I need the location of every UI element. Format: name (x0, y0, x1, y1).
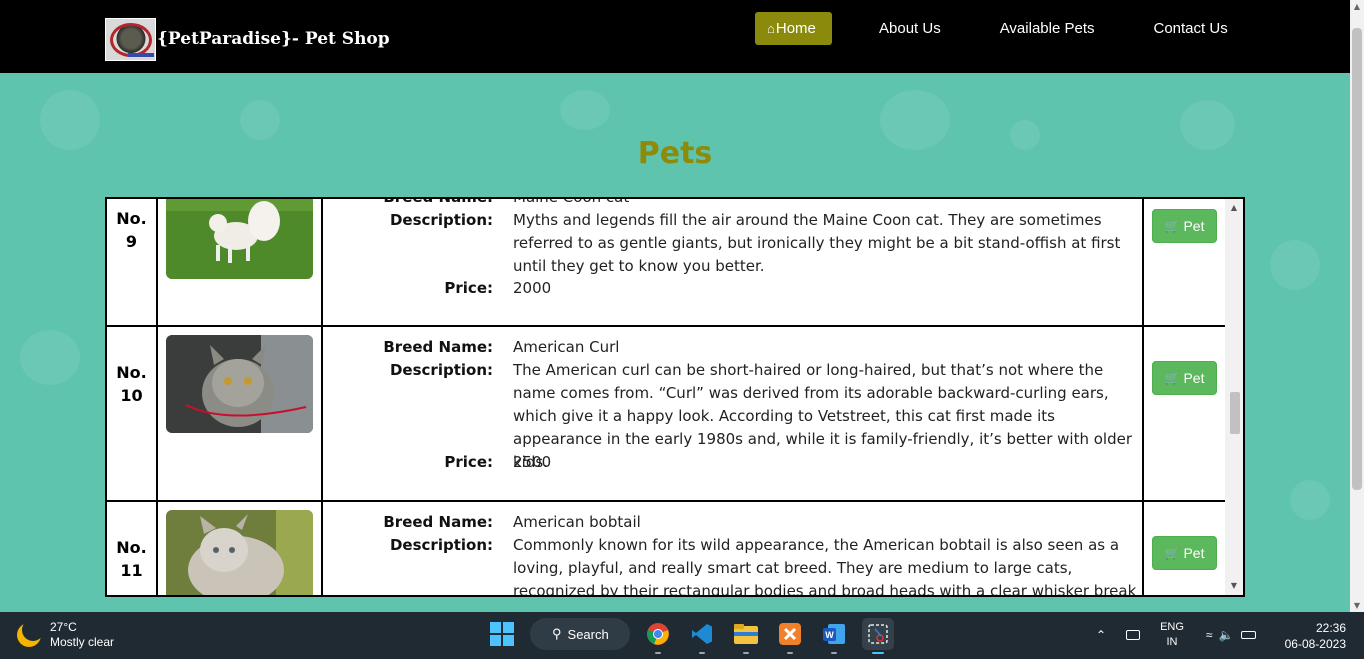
language-indicator[interactable]: ENG IN (1160, 620, 1184, 650)
clock-time: 22:36 (1315, 621, 1346, 635)
cart-icon: 🛒 (1164, 371, 1180, 385)
taskbar-search[interactable]: ⚲ Search (530, 618, 630, 650)
battery-icon[interactable] (1241, 631, 1257, 639)
snipping-tool-icon[interactable] (862, 618, 894, 654)
taskbar: 27°C Mostly clear ⚲ Search W ⌃ ENG IN ≈ … (0, 612, 1364, 659)
windows-icon (490, 622, 514, 646)
home-icon: ⌂ (767, 21, 775, 36)
pet-description: Description: Commonly known for its wild … (389, 536, 1137, 597)
xampp-icon[interactable] (774, 618, 806, 654)
navbar: {PetParadise}- Pet Shop ⌂Home About Us A… (0, 0, 1350, 73)
page-scroll-up-icon[interactable]: ▲ (1350, 2, 1364, 11)
search-icon: ⚲ (552, 626, 562, 641)
nav-available-pets[interactable]: Available Pets (1000, 12, 1095, 45)
page-scrollbar-thumb[interactable] (1352, 28, 1362, 490)
pet-image (166, 335, 313, 433)
weather-widget[interactable]: 27°C Mostly clear (17, 619, 115, 650)
brand-logo (105, 18, 156, 61)
table-row: No. 11 Breed Name: American bobtail Desc… (107, 502, 1227, 597)
start-button[interactable] (486, 618, 518, 650)
system-tray: ⌃ ENG IN ≈ 🔈 (1096, 620, 1257, 650)
clock[interactable]: 22:36 06-08-2023 (1285, 620, 1346, 652)
pet-number: No. 9 (116, 209, 147, 251)
brand[interactable]: {PetParadise}- Pet Shop (105, 18, 390, 61)
word-icon[interactable]: W (818, 618, 850, 654)
svg-text:W: W (825, 630, 834, 640)
chevron-up-icon[interactable]: ⌃ (1096, 628, 1106, 642)
table-row: No. 9 Breed Name: Maine Coon cat Descrip… (107, 199, 1227, 327)
pet-button[interactable]: 🛒 Pet (1152, 209, 1217, 243)
nav-links: ⌂Home About Us Available Pets Contact Us (755, 12, 1228, 45)
cart-icon: 🛒 (1164, 219, 1180, 233)
taskbar-apps: ⚲ Search W (486, 618, 906, 654)
pet-number: No. 10 (116, 363, 147, 405)
table-scrollbar[interactable]: ▲ ▼ (1225, 199, 1243, 595)
clock-date: 06-08-2023 (1284, 637, 1346, 651)
scroll-down-icon[interactable]: ▼ (1225, 579, 1243, 593)
pet-number: No. 11 (116, 538, 147, 580)
pet-button[interactable]: 🛒 Pet (1152, 361, 1217, 395)
brand-text: {PetParadise}- Pet Shop (157, 29, 390, 49)
pet-button[interactable]: 🛒 Pet (1152, 536, 1217, 570)
volume-icon[interactable]: 🔈 (1219, 628, 1234, 642)
scroll-up-icon[interactable]: ▲ (1225, 201, 1243, 215)
file-explorer-icon[interactable] (730, 618, 762, 654)
weather-status: Mostly clear (50, 635, 115, 649)
pet-image (166, 510, 313, 595)
page-scroll-down-icon[interactable]: ▼ (1350, 601, 1364, 610)
page-scrollbar[interactable]: ▲ ▼ (1350, 0, 1364, 612)
page-title: Pets (637, 136, 713, 171)
table-row: No. 10 Breed Name: American Curl Descrip… (107, 327, 1227, 502)
pet-description: Description: The American curl can be sho… (389, 361, 1133, 471)
temperature: 27°C (50, 620, 77, 634)
pet-image (166, 199, 313, 279)
wifi-icon[interactable]: ≈ (1206, 628, 1213, 642)
pets-table: No. 9 Breed Name: Maine Coon cat Descrip… (105, 197, 1245, 597)
table-scrollbar-thumb[interactable] (1230, 392, 1240, 434)
moon-icon (17, 619, 44, 647)
vscode-icon[interactable] (686, 618, 718, 654)
cart-icon: 🛒 (1164, 546, 1180, 560)
chrome-icon[interactable] (642, 618, 674, 654)
keyboard-icon[interactable] (1126, 630, 1141, 640)
pet-description: Description: Myths and legends fill the a… (389, 211, 1121, 275)
nav-about-us[interactable]: About Us (879, 12, 941, 45)
nav-home[interactable]: ⌂Home (755, 12, 832, 45)
nav-contact-us[interactable]: Contact Us (1154, 12, 1228, 45)
